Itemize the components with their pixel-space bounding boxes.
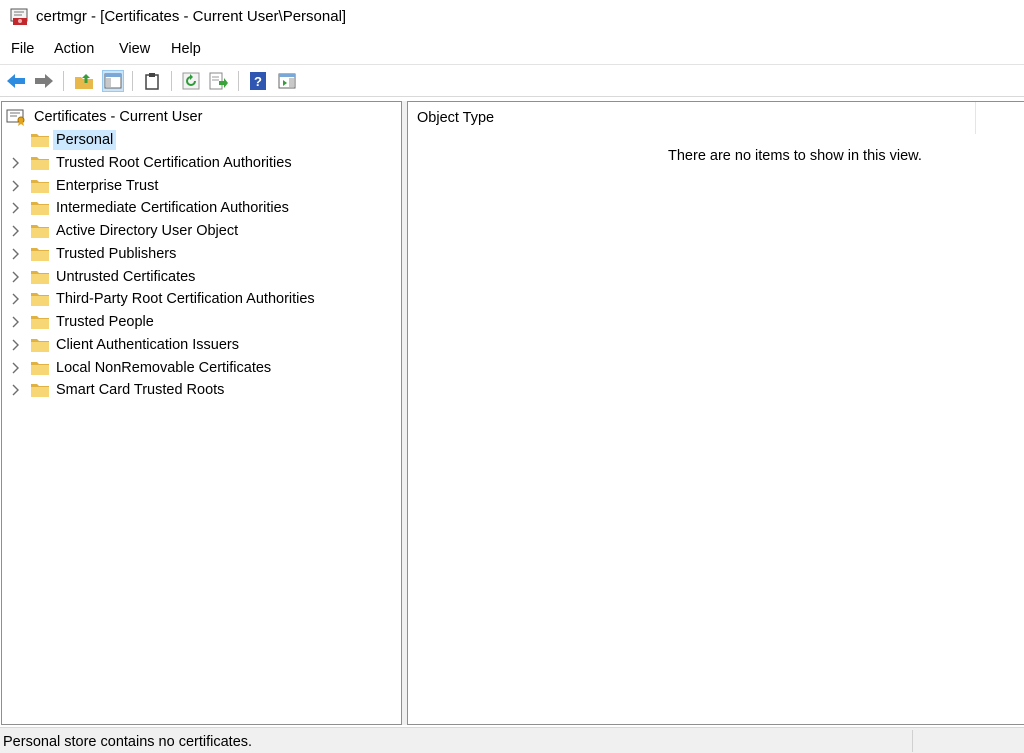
tree-item-label: Active Directory User Object: [56, 223, 239, 239]
menu-view[interactable]: View: [119, 41, 150, 57]
tree-item[interactable]: Active Directory User Object: [10, 220, 400, 242]
show-hide-console-tree-button[interactable]: [102, 70, 124, 92]
toolbar: ?: [0, 64, 1024, 97]
tree-item-label: Personal: [53, 130, 117, 150]
tree-item-label: Trusted Root Certification Authorities: [56, 154, 292, 171]
toolbar-separator: [132, 71, 133, 91]
tree-item[interactable]: Enterprise Trust: [10, 175, 400, 197]
chevron-right-icon[interactable]: [10, 247, 22, 261]
chevron-right-icon[interactable]: [10, 383, 22, 397]
toolbar-separator: [171, 71, 172, 91]
show-hide-tree-icon: [104, 73, 122, 89]
chevron-right-icon[interactable]: [10, 270, 22, 284]
folder-icon: [31, 270, 49, 284]
tree-item[interactable]: Intermediate Certification Authorities: [10, 197, 400, 219]
tree-root-label: Certificates - Current User: [34, 109, 203, 125]
folder-icon: [31, 202, 49, 216]
chevron-right-icon[interactable]: [10, 361, 22, 375]
clipboard-button[interactable]: [141, 70, 163, 92]
tree-item[interactable]: Personal: [10, 129, 400, 151]
chevron-right-icon[interactable]: [10, 179, 22, 193]
tree-item-label: Untrusted Certificates: [56, 268, 196, 285]
status-text: Personal store contains no certificates.: [3, 734, 253, 750]
tree-item[interactable]: Untrusted Certificates: [10, 266, 400, 288]
menu-file[interactable]: File: [11, 41, 34, 57]
chevron-right-icon[interactable]: [10, 338, 22, 352]
tree-root[interactable]: Certificates - Current User: [6, 106, 202, 128]
tree-item-label: Trusted People: [56, 314, 154, 330]
tree-item-label: Trusted Publishers: [56, 245, 177, 262]
folder-icon: [31, 384, 49, 398]
tree-item[interactable]: Third-Party Root Certification Authoriti…: [10, 288, 400, 310]
refresh-icon: [182, 72, 200, 90]
folder-icon: [31, 316, 49, 329]
menu-action[interactable]: Action: [54, 41, 94, 57]
toolbar-separator: [63, 71, 64, 91]
tree-item[interactable]: Local NonRemovable Certificates: [10, 357, 400, 379]
certificates-root-icon: [6, 109, 25, 126]
tree-item-label: Third-Party Root Certification Authoriti…: [56, 291, 315, 308]
export-list-icon: [209, 72, 228, 90]
chevron-right-icon[interactable]: [10, 315, 22, 329]
column-header-filler: [976, 102, 1024, 134]
tree-item[interactable]: Smart Card Trusted Roots: [10, 379, 400, 401]
column-header-object-type[interactable]: Object Type: [408, 102, 976, 134]
chevron-right-icon[interactable]: [10, 156, 22, 170]
export-list-button[interactable]: [208, 70, 230, 92]
column-header-label: Object Type: [417, 110, 495, 126]
tree-item-label: Client Authentication Issuers: [56, 336, 239, 353]
certificate-app-icon: [10, 8, 28, 25]
folder-icon: [31, 156, 49, 170]
menu-help[interactable]: Help: [171, 41, 201, 57]
clipboard-icon: [145, 73, 159, 90]
help-button[interactable]: ?: [247, 70, 269, 92]
tree-item-label: Smart Card Trusted Roots: [56, 382, 225, 399]
refresh-button[interactable]: [180, 70, 202, 92]
svg-text:?: ?: [254, 74, 262, 89]
tree-item[interactable]: Trusted Root Certification Authorities: [10, 152, 400, 174]
tree-item-label: Local NonRemovable Certificates: [56, 359, 272, 376]
forward-button[interactable]: [33, 70, 55, 92]
folder-icon: [31, 179, 49, 193]
chevron-right-icon[interactable]: [10, 201, 22, 215]
empty-list-message: There are no items to show in this view.: [668, 148, 922, 164]
folder-icon: [31, 361, 49, 375]
folder-icon: [31, 225, 49, 238]
tree-item[interactable]: Trusted People: [10, 311, 400, 333]
tree-item-label: Intermediate Certification Authorities: [56, 200, 289, 217]
chevron-right-icon[interactable]: [10, 224, 22, 238]
tree-item-label: Enterprise Trust: [56, 177, 159, 194]
window-title: certmgr - [Certificates - Current User\P…: [36, 8, 347, 25]
results-pane[interactable]: Object Type There are no items to show i…: [407, 101, 1024, 725]
folder-icon: [31, 293, 49, 307]
up-folder-icon: [75, 74, 93, 89]
action-pane-button[interactable]: [276, 70, 298, 92]
folder-icon: [31, 338, 49, 352]
title-bar: certmgr - [Certificates - Current User\P…: [0, 0, 1024, 36]
back-button[interactable]: [5, 70, 27, 92]
folder-icon: [31, 134, 49, 147]
action-pane-icon: [278, 73, 296, 89]
back-icon: [7, 74, 25, 88]
help-icon: ?: [250, 72, 266, 90]
chevron-right-icon[interactable]: [10, 292, 22, 306]
console-tree-pane[interactable]: Certificates - Current User Personal Trus…: [1, 101, 402, 725]
status-bar: Personal store contains no certificates.: [0, 727, 1024, 753]
status-divider: [912, 730, 913, 752]
tree-item[interactable]: Trusted Publishers: [10, 243, 400, 265]
forward-icon: [35, 74, 53, 88]
folder-icon: [31, 247, 49, 261]
menu-bar: File Action View Help: [0, 37, 1024, 63]
toolbar-separator: [238, 71, 239, 91]
tree-item[interactable]: Client Authentication Issuers: [10, 334, 400, 356]
up-one-level-button[interactable]: [73, 70, 95, 92]
